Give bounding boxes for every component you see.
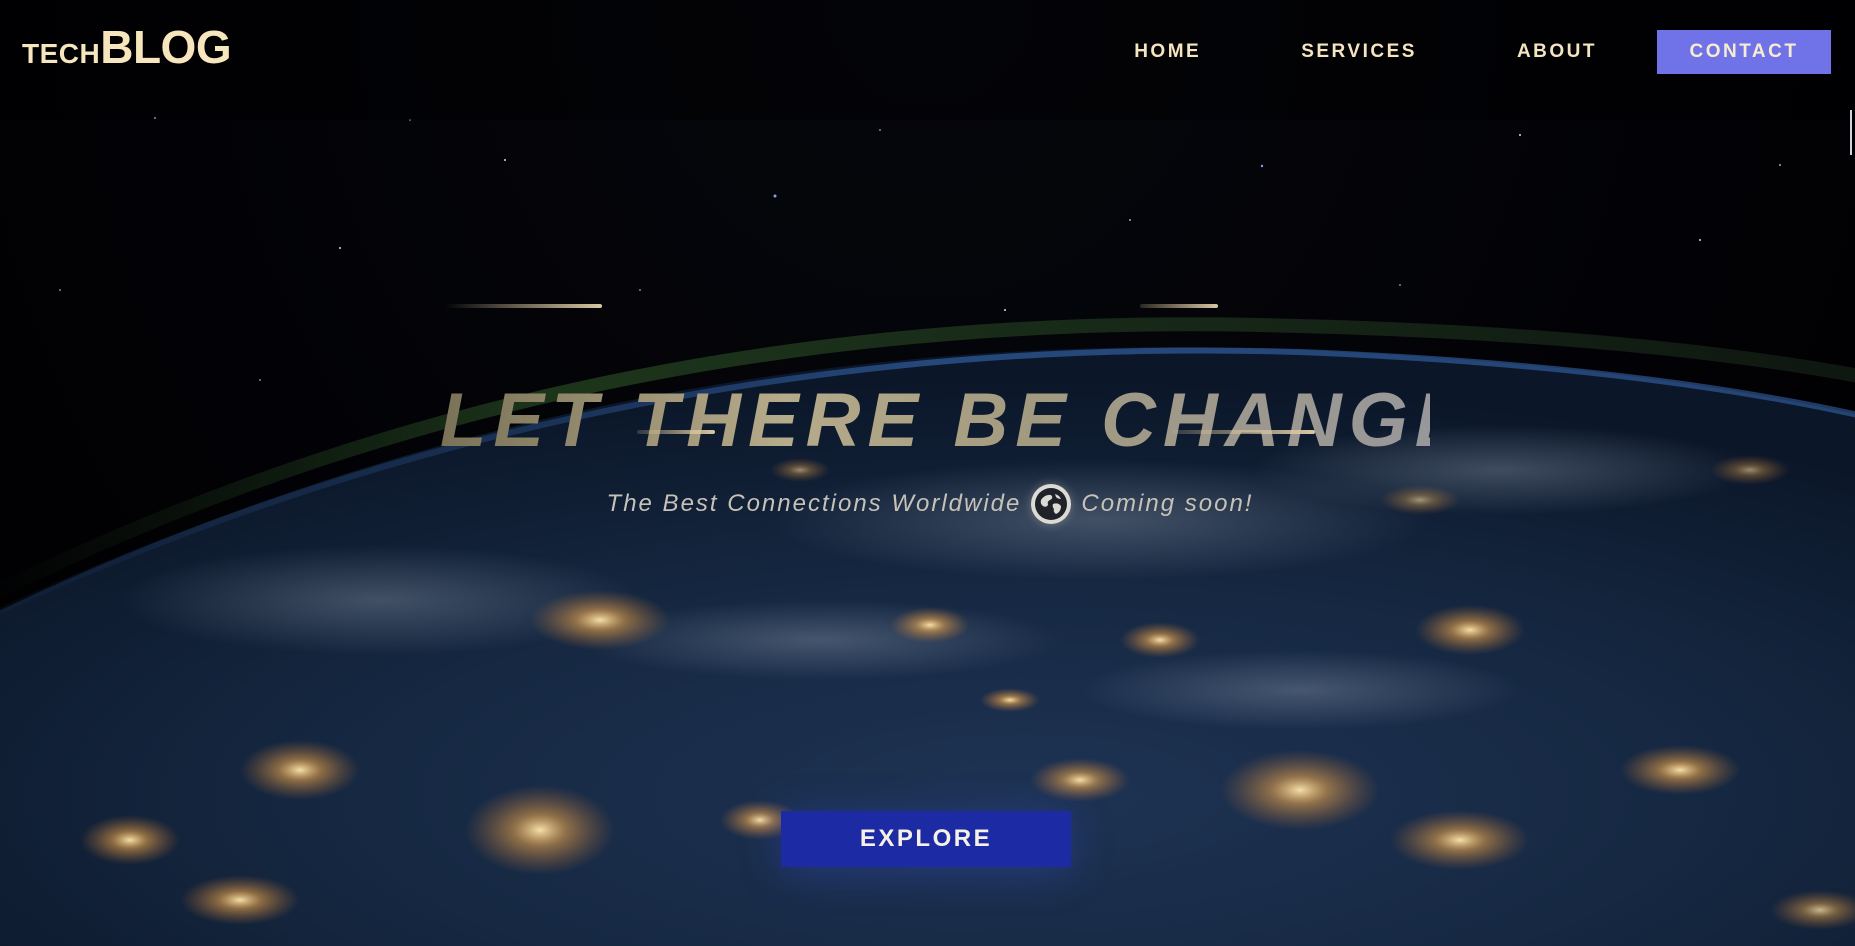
title-decor-line	[445, 304, 602, 308]
contact-button[interactable]: CONTACT	[1657, 30, 1831, 74]
title-decor-line	[637, 430, 715, 434]
hero-subtitle: The Best Connections Worldwide Coming so…	[560, 484, 1300, 524]
hero-title: LET THERE BE CHANGE	[440, 377, 1473, 463]
subtitle-right-text: Coming soon!	[1081, 490, 1254, 517]
logo-blog-text: BLOG	[100, 21, 232, 73]
main-nav: HOME SERVICES ABOUT CONTACT	[1134, 30, 1831, 74]
scroll-indicator[interactable]	[1850, 110, 1852, 155]
explore-button[interactable]: EXPLORE	[781, 811, 1071, 867]
site-logo[interactable]: TECHBLOG	[22, 21, 232, 73]
title-decor-line	[1172, 430, 1315, 434]
subtitle-left-text: The Best Connections Worldwide	[606, 490, 1022, 517]
globe-icon	[1031, 484, 1072, 524]
logo-tech-text: TECH	[22, 38, 101, 69]
title-decor-line	[1140, 304, 1218, 308]
nav-about-link[interactable]: ABOUT	[1517, 41, 1597, 63]
nav-services-link[interactable]: SERVICES	[1301, 41, 1417, 63]
hero-background-image	[0, 0, 1855, 946]
nav-home-link[interactable]: HOME	[1134, 41, 1201, 63]
